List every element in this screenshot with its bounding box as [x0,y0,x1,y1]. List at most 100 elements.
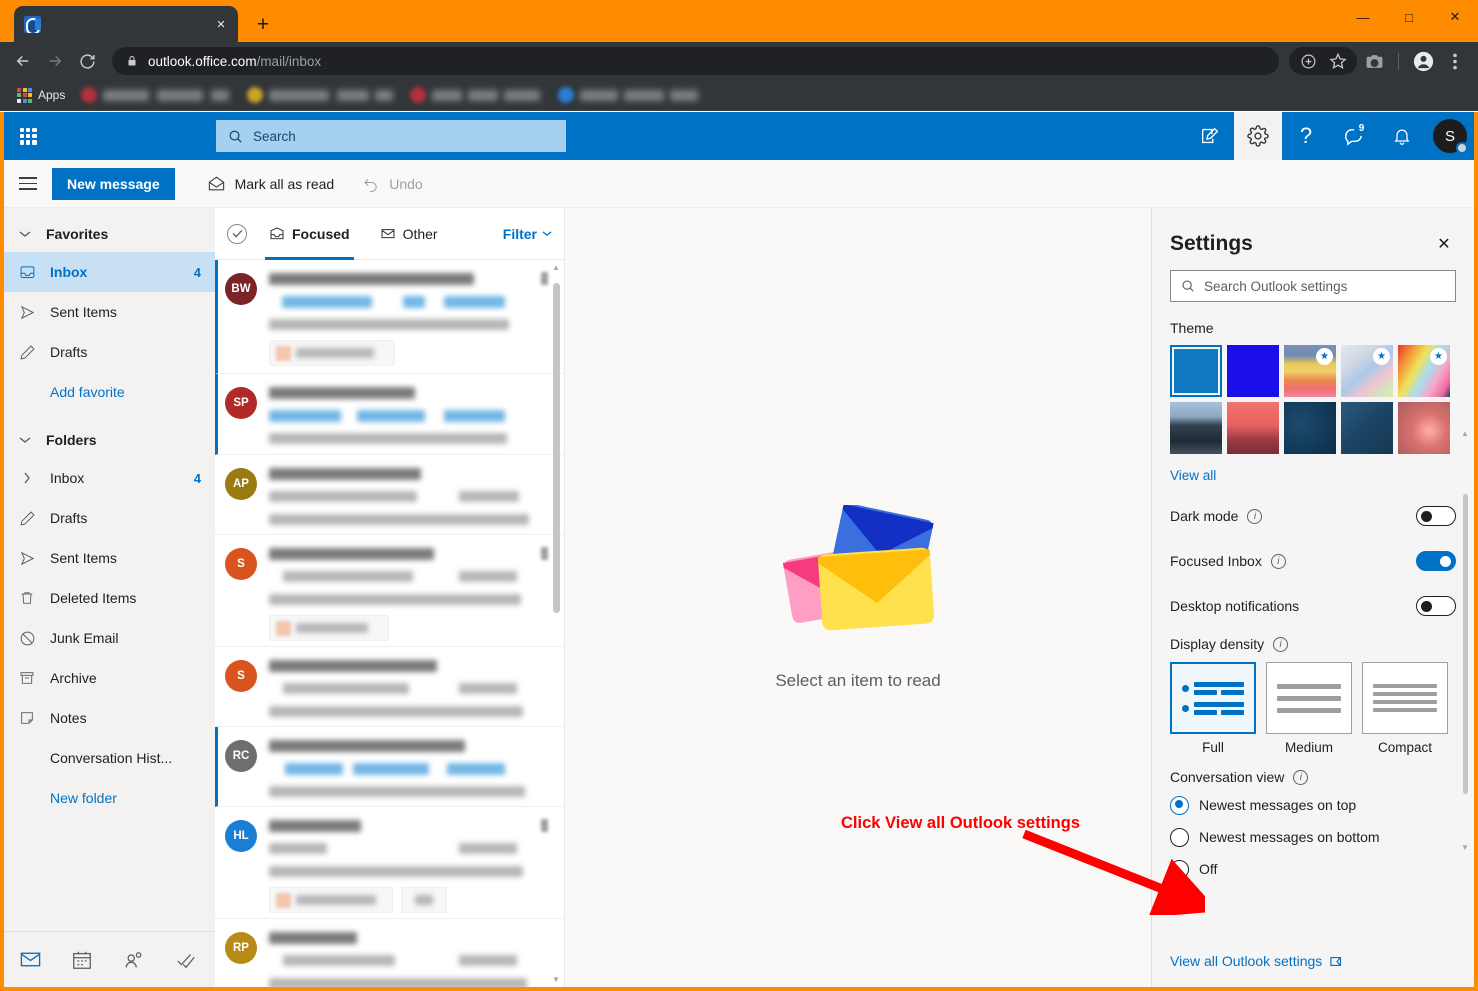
notifications-button[interactable] [1378,112,1426,160]
bookmark-item[interactable] [405,87,547,103]
folders-group-header[interactable]: Folders [4,422,215,458]
view-all-themes-link[interactable]: View all [1170,468,1216,483]
minimize-button[interactable]: — [1340,0,1386,34]
theme-option-red-glow[interactable] [1398,402,1450,454]
info-icon[interactable]: i [1273,636,1289,652]
nav-toggle-button[interactable] [4,160,52,208]
screenshot-camera-icon[interactable] [1359,46,1389,76]
sidebar-item-drafts-favorite[interactable]: Drafts [4,332,215,372]
close-tab-icon[interactable]: × [210,13,232,35]
sidebar-item-sent-favorite[interactable]: Sent Items [4,292,215,332]
theme-option-solid-deep-blue[interactable] [1227,345,1279,397]
theme-option-pastel-swirl[interactable]: ★ [1341,345,1393,397]
bookmark-item[interactable] [242,87,399,103]
new-folder-button[interactable]: New folder [4,778,215,818]
browser-tab-outlook[interactable]: × [14,6,238,42]
attachment-chip-more[interactable] [401,887,447,913]
sidebar-item-deleted-items[interactable]: Deleted Items [4,578,215,618]
help-button[interactable]: ? [1282,112,1330,160]
message-list[interactable]: BW SP AP S S RC HL RP ▲ ▼ [215,260,564,987]
profile-avatar-icon[interactable] [1408,46,1438,76]
pin-icon[interactable] [541,272,548,285]
scroll-thumb[interactable] [1462,493,1468,794]
bookmark-star-icon[interactable] [1323,46,1353,76]
settings-search-input[interactable]: Search Outlook settings [1170,270,1456,302]
note-feed-button[interactable] [1186,112,1234,160]
maximize-button[interactable]: □ [1386,0,1432,34]
scroll-track[interactable] [550,275,562,972]
close-window-button[interactable]: ✕ [1432,0,1478,34]
scroll-down-icon[interactable]: ▼ [552,972,560,987]
tab-focused[interactable]: Focused [265,208,354,260]
density-option-full[interactable]: Full [1170,662,1256,755]
message-list-scrollbar[interactable]: ▲ ▼ [550,260,562,987]
mark-all-as-read-button[interactable]: Mark all as read [207,174,334,193]
new-message-button[interactable]: New message [52,167,175,200]
sidebar-item-notes[interactable]: Notes [4,698,215,738]
settings-button[interactable] [1234,112,1282,160]
list-item[interactable]: BW [215,260,564,374]
theme-option-mountain-road[interactable] [1170,402,1222,454]
sidebar-item-junk-email[interactable]: Junk Email [4,618,215,658]
list-item[interactable]: SP [215,374,564,455]
conversation-option-off[interactable]: Off [1170,853,1456,885]
density-option-compact[interactable]: Compact [1362,662,1448,755]
list-item[interactable]: RP [215,919,564,987]
app-launcher-button[interactable] [4,112,52,160]
scroll-down-icon[interactable]: ▼ [1461,840,1469,855]
tab-other[interactable]: Other [376,208,442,260]
sidebar-item-inbox[interactable]: Inbox 4 [4,458,215,498]
new-tab-button[interactable]: + [248,9,278,39]
info-icon[interactable]: i [1270,553,1286,569]
list-item[interactable]: S [215,535,564,647]
theme-option-unicorn-rainbow[interactable]: ★ [1398,345,1450,397]
theme-option-solid-blue[interactable] [1170,345,1222,397]
close-icon[interactable]: ✕ [1432,232,1456,256]
list-item[interactable]: RC [215,727,564,807]
settings-scrollbar[interactable]: ▲ ▼ [1460,426,1470,855]
list-item[interactable]: AP [215,455,564,535]
attachment-chip[interactable] [269,887,393,913]
list-item[interactable]: HL [215,807,564,919]
info-icon[interactable]: i [1247,508,1263,524]
add-favorite-button[interactable]: Add favorite [4,372,215,412]
browser-menu-icon[interactable] [1440,46,1470,76]
people-icon[interactable] [108,932,160,988]
chat-button[interactable]: 9 [1330,112,1378,160]
scroll-thumb[interactable] [553,283,560,613]
desktop-notifications-toggle[interactable] [1416,596,1456,616]
theme-option-sunrise-stripes[interactable]: ★ [1284,345,1336,397]
filter-button[interactable]: Filter [503,226,552,242]
add-page-icon[interactable] [1293,46,1323,76]
favorites-group-header[interactable]: Favorites [4,216,215,252]
scroll-up-icon[interactable]: ▲ [552,260,560,275]
attachment-chip[interactable] [269,615,389,641]
mail-icon[interactable] [4,932,56,988]
focused-inbox-toggle[interactable] [1416,551,1456,571]
conversation-option-newest-top[interactable]: Newest messages on top [1170,789,1456,821]
address-bar[interactable]: outlook.office.com/mail/inbox [112,47,1279,75]
attachment-chip[interactable] [269,340,395,366]
sidebar-item-inbox-favorite[interactable]: Inbox 4 [4,252,215,292]
sidebar-item-sent-items[interactable]: Sent Items [4,538,215,578]
density-option-medium[interactable]: Medium [1266,662,1352,755]
bookmark-item[interactable] [76,87,236,103]
calendar-icon[interactable] [56,932,108,988]
chevron-right-icon[interactable] [18,472,36,484]
reload-icon[interactable] [72,46,102,76]
todo-icon[interactable] [160,932,212,988]
account-button[interactable]: S [1426,112,1474,160]
search-input[interactable]: Search [216,120,566,152]
view-all-outlook-settings-link[interactable]: View all Outlook settings [1170,953,1322,969]
pin-icon[interactable] [541,819,548,832]
select-all-icon[interactable] [227,223,247,244]
bookmark-apps[interactable]: Apps [12,87,70,103]
sidebar-item-conversation-history[interactable]: Conversation Hist... [4,738,215,778]
bookmark-item[interactable] [553,87,705,103]
radio-icon[interactable] [1170,827,1189,847]
radio-icon[interactable] [1170,859,1189,879]
undo-button[interactable]: Undo [362,175,423,193]
theme-option-palm-sunset[interactable] [1227,402,1279,454]
sidebar-item-archive[interactable]: Archive [4,658,215,698]
info-icon[interactable]: i [1293,769,1309,785]
